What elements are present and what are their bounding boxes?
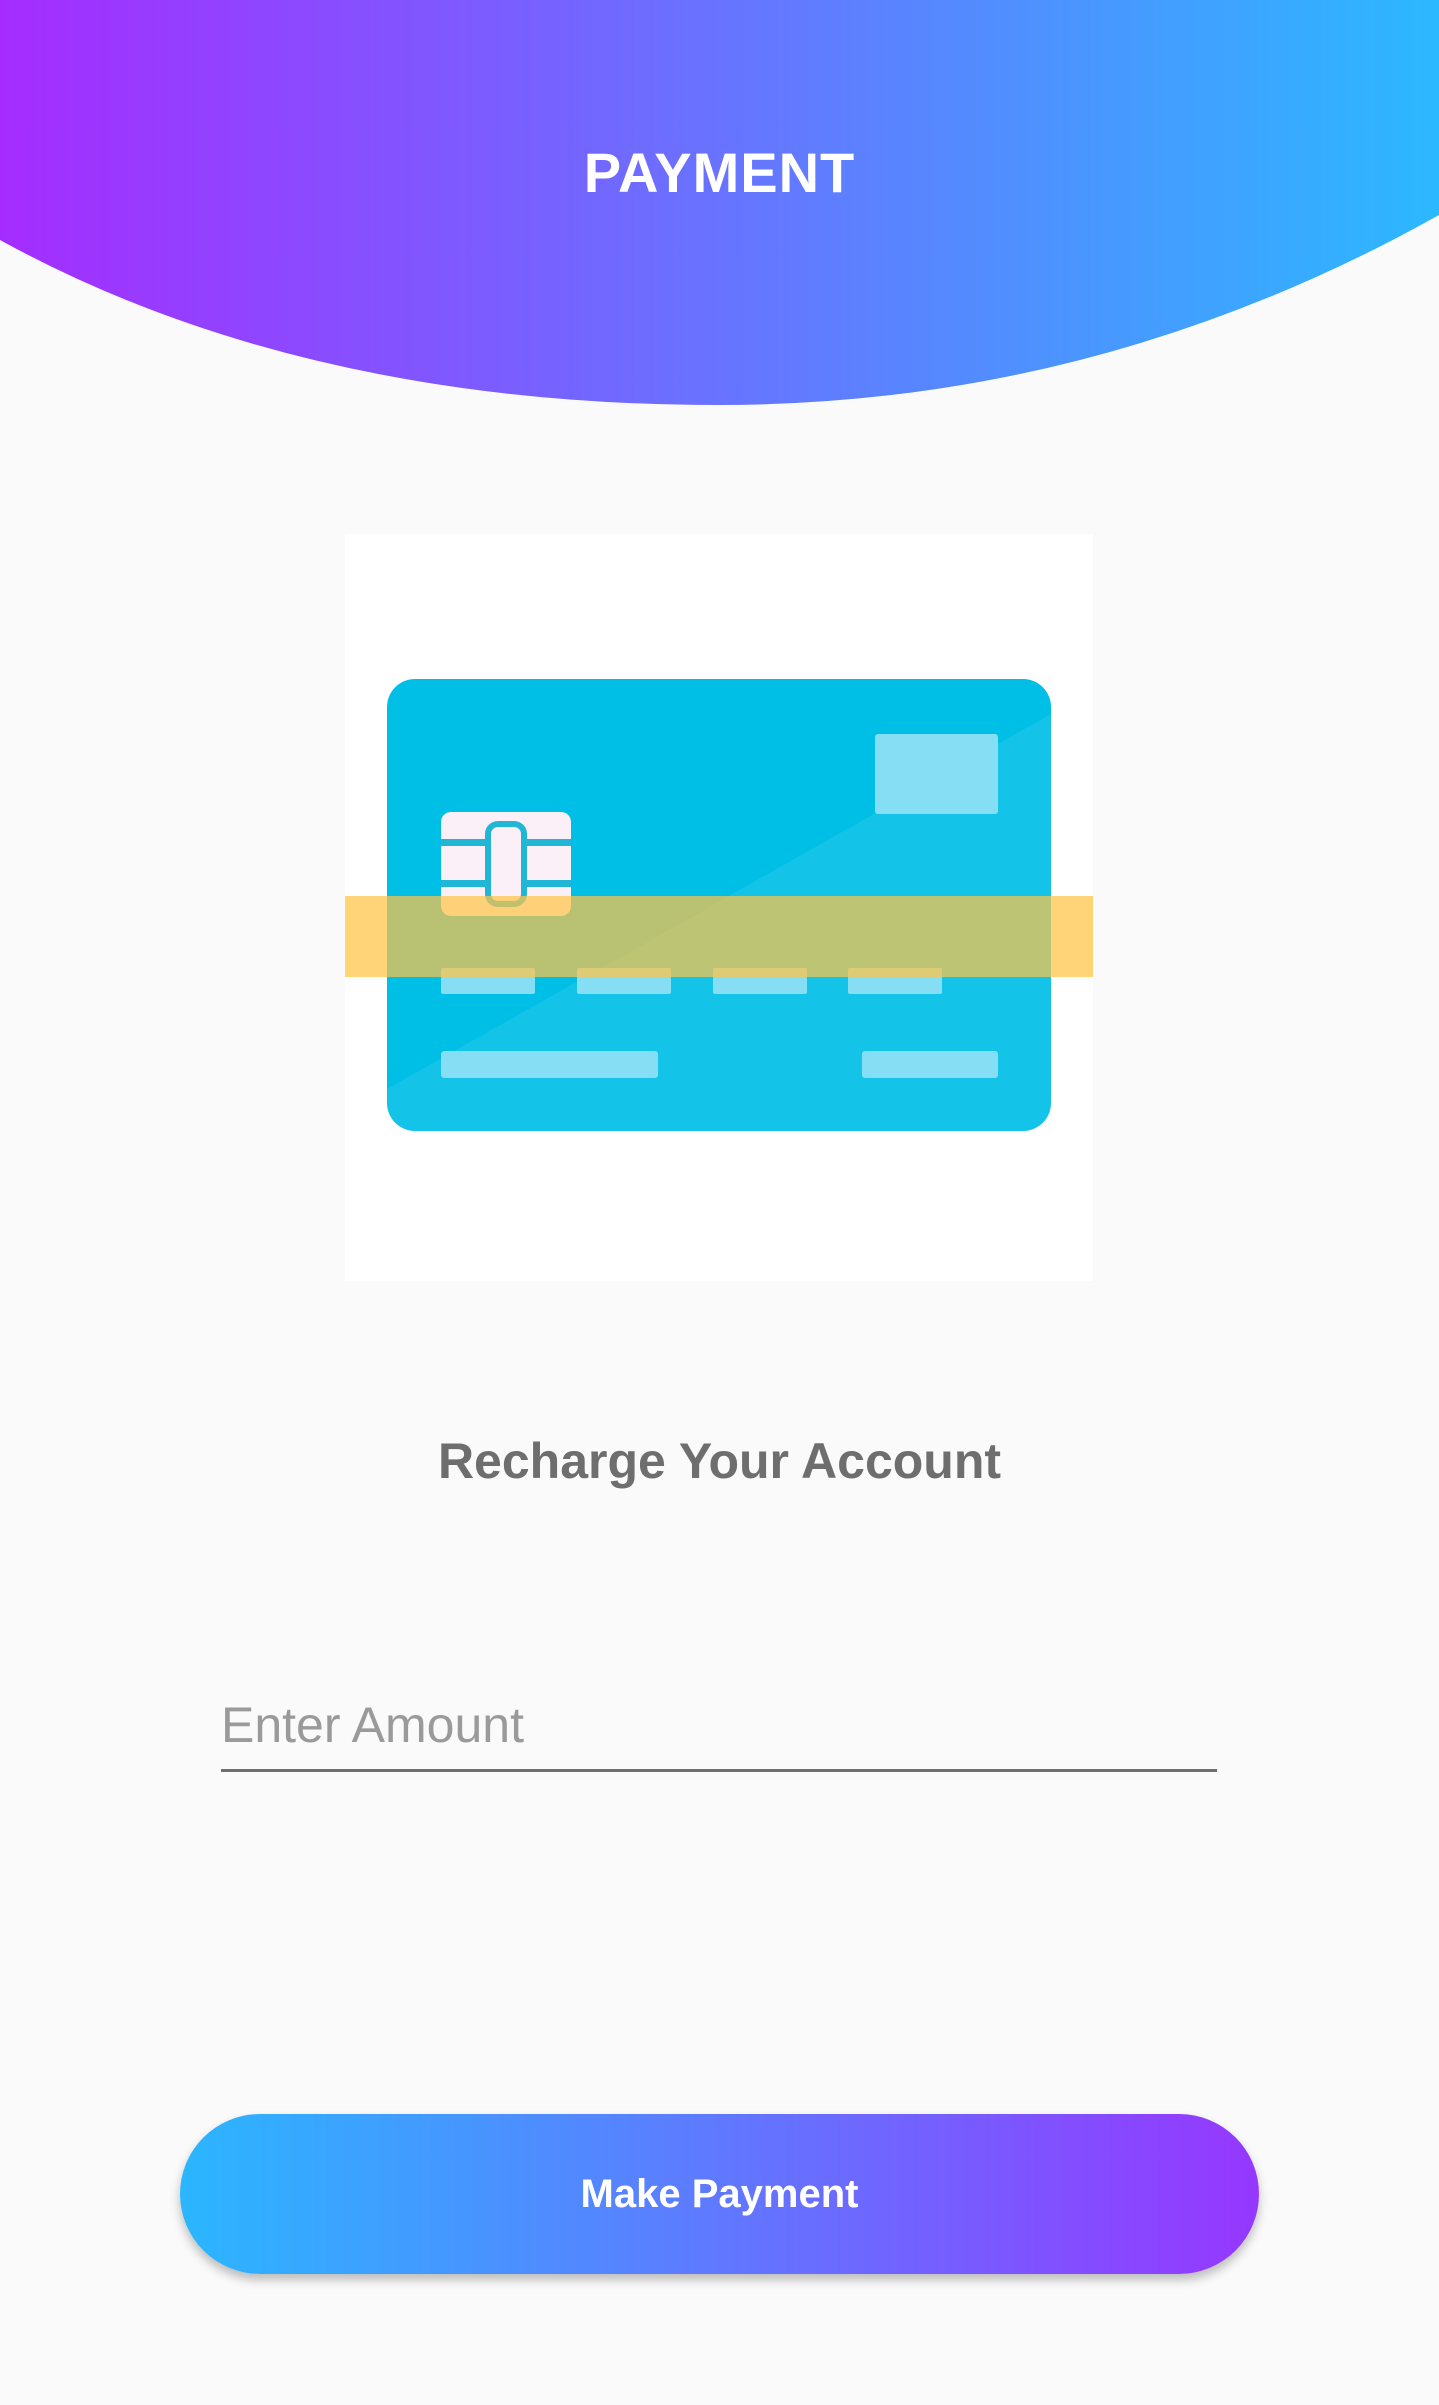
- header-curve: [0, 0, 1439, 405]
- page-title: PAYMENT: [583, 141, 856, 204]
- amount-input[interactable]: [221, 1680, 1217, 1772]
- header-banner: PAYMENT: [0, 0, 1439, 410]
- recharge-heading: Recharge Your Account: [437, 1433, 1002, 1489]
- credit-card-icon: [345, 679, 1093, 1131]
- card-illustration: [345, 534, 1093, 1281]
- make-payment-button[interactable]: Make Payment: [180, 2114, 1259, 2274]
